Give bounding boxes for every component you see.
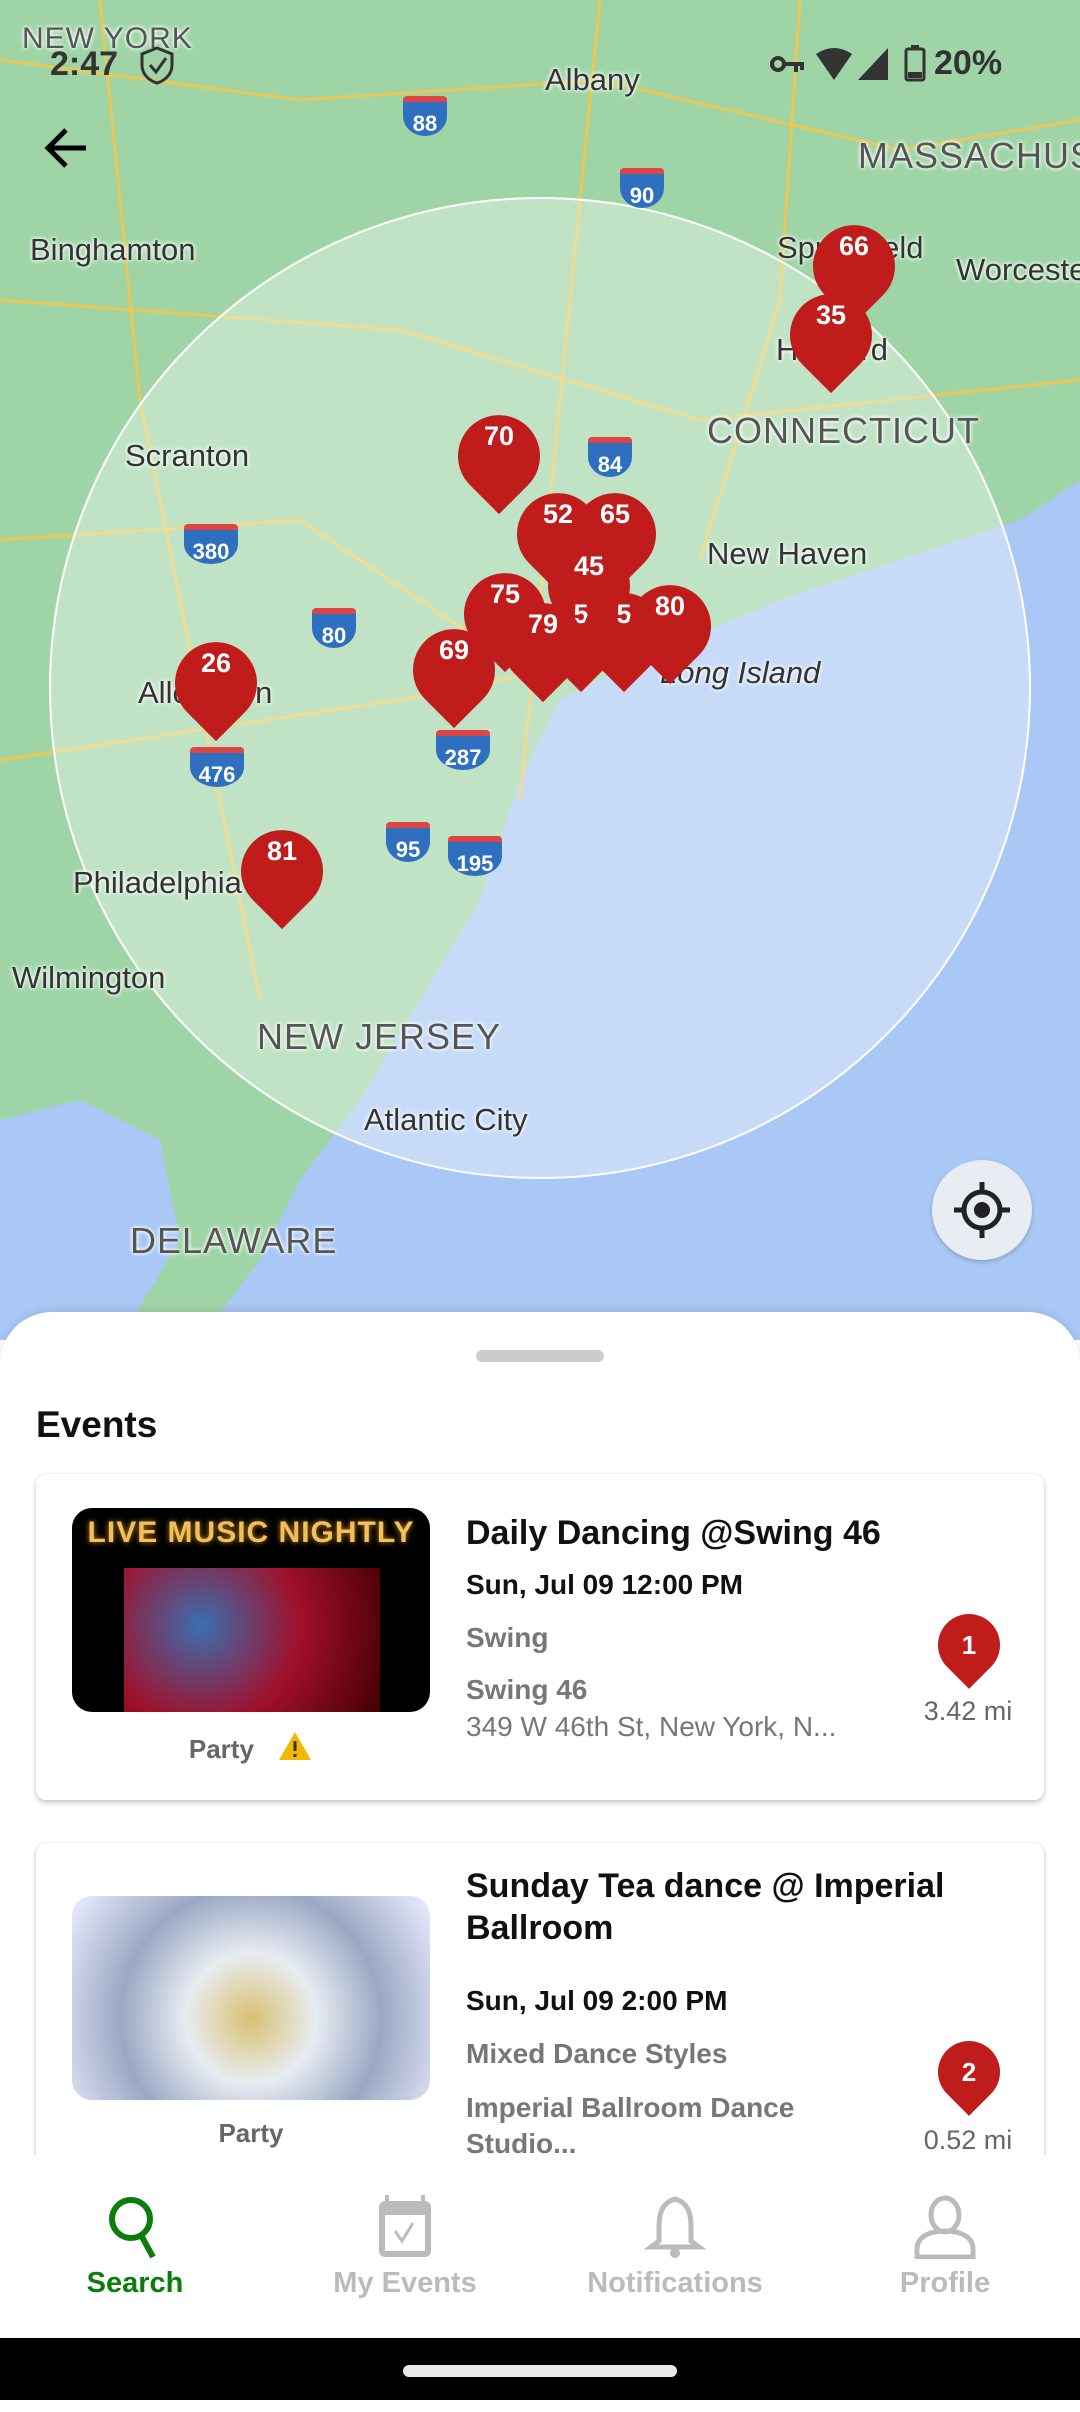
event-venue: Swing 46 [466,1674,588,1705]
nav-search[interactable]: Search [0,2155,270,2338]
map-label: Binghamton [30,232,196,267]
nav-label: Profile [899,2267,991,2299]
event-title: Daily Dancing @Swing 46 [466,1514,881,1552]
cluster-marker[interactable]: 79 [485,586,601,703]
event-distance: 0.52 mi [923,2125,1013,2155]
event-card[interactable]: LIVE MUSIC NIGHTLY Party Daily Dancing @… [36,1474,1044,1800]
cluster-marker[interactable]: 81 [224,813,340,930]
event-date: Sun, Jul 09 12:00 PM [466,1569,743,1600]
nav-my-events[interactable]: My Events [270,2155,540,2338]
status-time: 2:47 [50,45,119,83]
map-label: CONNECTICUT [707,410,980,451]
event-title: Sunday Tea dance @ Imperial Ballroom [466,1867,945,1947]
highway-shield: 90 [620,168,664,208]
map-label: Atlantic City [364,1102,528,1137]
battery-icon [904,45,926,82]
event-category-row: Party [72,1730,430,1765]
warning-icon [279,1732,312,1760]
wifi-icon [816,48,852,80]
event-image [72,1896,430,2100]
nav-label: My Events [333,2267,477,2299]
event-marker: 2 [925,2028,1013,2116]
map-label: MASSACHUS [858,135,1080,176]
map-label: Wilmington [12,960,166,995]
vpn-key-icon [770,56,804,72]
cluster-marker[interactable]: 35 [773,277,889,394]
cluster-marker[interactable]: 69 [396,612,512,729]
event-image: LIVE MUSIC NIGHTLY [72,1508,430,1712]
map-label: New Haven [707,536,868,571]
nav-label: Notifications [587,2267,763,2299]
event-dance-style: Swing [466,1622,549,1653]
back-button[interactable] [36,118,96,178]
map-label: Philadelphia [73,865,242,900]
nav-notifications[interactable]: Notifications [540,2155,810,2338]
map-view[interactable]: NEW YORK Albany MASSACHUS Binghamton Spr… [0,0,1080,1340]
search-icon [109,2197,156,2259]
map-label: Worceste [956,252,1080,287]
nav-profile[interactable]: Profile [810,2155,1080,2338]
person-icon [914,2195,976,2259]
highway-shield: 380 [184,524,238,564]
event-distance: 3.42 mi [923,1696,1013,1726]
event-category: Party [218,2118,284,2148]
event-date: Sun, Jul 09 2:00 PM [466,1985,728,2016]
nav-label: Search [86,2267,184,2299]
sheet-title: Events [36,1404,158,1445]
map-label: NEW JERSEY [257,1016,502,1057]
signal-icon [858,48,888,80]
highway-shield: 84 [588,437,632,477]
event-venue: Imperial Ballroom Dance Studio... [466,2092,795,2159]
event-marker: 1 [925,1601,1013,1689]
shield-check-icon [140,46,174,85]
bottom-navigation: Search My Events Notifications Profile [0,2155,1080,2338]
highway-shield: 80 [312,608,356,648]
highway-shield: 476 [190,747,244,787]
event-address: 349 W 46th St, New York, N... [466,1711,837,1742]
my-location-button[interactable] [932,1160,1032,1260]
highway-shield: 88 [403,96,447,136]
sheet-drag-handle[interactable] [476,1350,604,1362]
arrow-left-icon [44,128,86,168]
battery-percent: 20% [934,44,1003,82]
event-dance-style: Mixed Dance Styles [466,2038,728,2069]
cluster-marker[interactable]: 26 [158,625,274,742]
status-bar: 2:47 20% [0,40,1080,90]
image-sign-text: LIVE MUSIC NIGHTLY [87,1516,415,1549]
highway-shield: 195 [448,836,502,876]
bell-icon [643,2196,707,2258]
crosshair-icon [954,1182,1010,1238]
gesture-bar [0,2338,1080,2400]
map-label: DELAWARE [130,1220,338,1261]
cluster-marker[interactable]: 80 [612,568,728,685]
cluster-marker[interactable]: 70 [441,398,557,515]
home-indicator[interactable] [403,2365,677,2377]
highway-shield: 95 [386,822,430,862]
map-label: Scranton [125,438,250,473]
calendar-check-icon [379,2195,431,2257]
event-category: Party [188,1734,254,1764]
highway-shield: 287 [436,730,490,770]
